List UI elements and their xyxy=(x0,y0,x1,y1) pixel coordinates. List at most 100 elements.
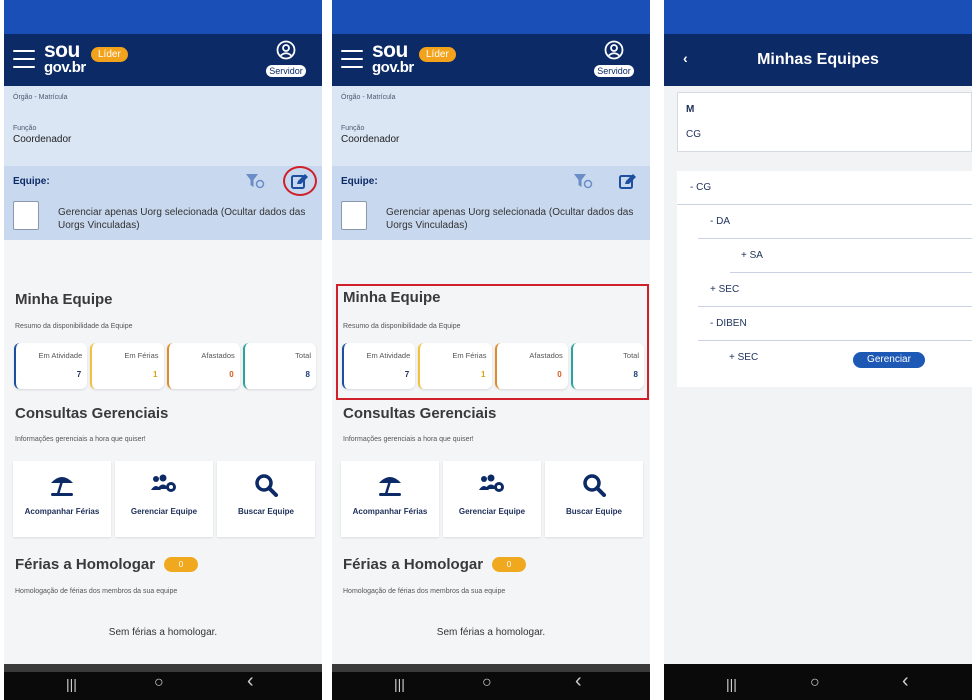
status-bar xyxy=(332,0,650,34)
org-initial: M xyxy=(686,104,695,115)
ferias-title: Férias a Homologar xyxy=(343,556,484,573)
summary-card-em-ferias: Em Férias 1 xyxy=(418,343,492,389)
orgao-matricula-label: Órgão - Matrícula xyxy=(341,94,396,101)
ferias-empty-message: Sem férias a homologar. xyxy=(108,627,218,638)
summary-card-em-atividade: Em Atividade 7 xyxy=(342,343,416,389)
card-value: 0 xyxy=(229,370,234,379)
consultas-title: Consultas Gerenciais xyxy=(15,405,169,422)
phone-screen-home-1: sou gov.br Líder Servidor Órgão - Matríc… xyxy=(4,0,322,700)
card-label: Em Férias xyxy=(452,351,487,360)
card-value: 8 xyxy=(305,370,310,379)
funcao-label: Função xyxy=(13,125,37,132)
card-value: 0 xyxy=(557,370,562,379)
summary-card-afastados: Afastados 0 xyxy=(166,343,240,389)
filter-icon[interactable] xyxy=(245,172,265,190)
status-bar xyxy=(664,0,972,34)
recents-button[interactable]: ||| xyxy=(66,676,77,692)
system-nav-bar: ||| ○ ‹ xyxy=(4,664,322,700)
filter-icon[interactable] xyxy=(573,172,593,190)
phone-screen-minhas-equipes: ‹ Minhas Equipes M CG - CG - DA + SA + S… xyxy=(664,0,972,700)
acompanhar-ferias-tile[interactable]: Acompanhar Férias xyxy=(13,461,111,537)
phone-screen-home-2: sou gov.br Líder Servidor Órgão - Matríc… xyxy=(332,0,650,700)
org-code: CG xyxy=(686,129,701,140)
summary-cards: Em Atividade 7 Em Férias 1 Afastados 0 Tota… xyxy=(342,343,644,389)
acompanhar-ferias-tile[interactable]: Acompanhar Férias xyxy=(341,461,439,537)
card-value: 1 xyxy=(481,370,486,379)
tree-node-sa[interactable]: + SA xyxy=(730,239,972,273)
user-icon xyxy=(604,40,624,60)
gerenciar-equipe-tile[interactable]: Gerenciar Equipe xyxy=(443,461,541,537)
buscar-equipe-tile[interactable]: Buscar Equipe xyxy=(545,461,643,537)
app-bar: ‹ Minhas Equipes xyxy=(664,0,972,86)
app-bar: sou gov.br Líder Servidor xyxy=(4,34,322,86)
recents-button[interactable]: ||| xyxy=(394,676,405,692)
tile-label: Gerenciar Equipe xyxy=(458,507,526,516)
status-bar xyxy=(4,0,322,34)
card-label: Em Férias xyxy=(124,351,159,360)
user-info-panel: Órgão - Matrícula Função Coordenador xyxy=(4,86,322,166)
home-button[interactable]: ○ xyxy=(154,674,164,692)
back-button[interactable]: ‹ xyxy=(902,670,909,693)
menu-icon[interactable] xyxy=(13,50,35,68)
gerenciar-button[interactable]: Gerenciar xyxy=(853,352,925,368)
back-button[interactable]: ‹ xyxy=(247,670,254,693)
card-value: 7 xyxy=(404,370,410,379)
home-button[interactable]: ○ xyxy=(482,674,492,692)
system-nav-bar: ||| ○ ‹ xyxy=(332,664,650,700)
app-bar: sou gov.br Líder Servidor xyxy=(332,34,650,86)
summary-card-total: Total 8 xyxy=(242,343,316,389)
equipe-label: Equipe: xyxy=(13,176,50,187)
uorg-checkbox-label: Gerenciar apenas Uorg selecionada (Ocult… xyxy=(386,207,634,231)
ferias-title: Férias a Homologar xyxy=(15,556,156,573)
lider-badge: Líder xyxy=(91,47,128,62)
back-button[interactable]: ‹ xyxy=(575,670,582,693)
minha-equipe-subtitle: Resumo da disponibilidade da Equipe xyxy=(15,323,133,330)
org-tree: - CG - DA + SA + SEC - DIBEN + SEC Geren… xyxy=(677,171,972,387)
ferias-empty-message: Sem férias a homologar. xyxy=(436,627,546,638)
uorg-checkbox-label: Gerenciar apenas Uorg selecionada (Ocult… xyxy=(58,207,306,231)
tree-node-cg[interactable]: - CG xyxy=(677,171,972,205)
tree-node-da[interactable]: - DA xyxy=(698,205,972,239)
tile-label: Buscar Equipe xyxy=(565,507,622,516)
card-value: 8 xyxy=(633,370,638,379)
tile-label: Buscar Equipe xyxy=(237,507,294,516)
uorg-checkbox[interactable] xyxy=(13,201,39,230)
buscar-equipe-tile[interactable]: Buscar Equipe xyxy=(217,461,315,537)
funcao-value: Coordenador xyxy=(13,134,72,145)
servidor-profile-button[interactable]: Servidor xyxy=(262,40,310,79)
consultas-tiles: Acompanhar Férias Gerenciar Equipe Busca… xyxy=(341,461,643,537)
equipe-panel: Equipe: Gerenciar apenas Uorg selecionad… xyxy=(4,166,322,240)
users-gear-icon xyxy=(479,474,504,492)
servidor-label: Servidor xyxy=(594,65,634,77)
search-icon xyxy=(255,474,278,497)
home-button[interactable]: ○ xyxy=(810,674,820,692)
summary-card-em-ferias: Em Férias 1 xyxy=(90,343,164,389)
sou-govbr-logo: sou gov.br xyxy=(44,39,86,76)
minha-equipe-title: Minha Equipe xyxy=(343,289,441,306)
user-icon xyxy=(276,40,296,60)
tree-node-sec-diben[interactable]: + SEC Gerenciar xyxy=(698,341,972,375)
card-value: 1 xyxy=(153,370,158,379)
menu-icon[interactable] xyxy=(341,50,363,68)
uorg-checkbox[interactable] xyxy=(341,201,367,230)
tree-node-sec[interactable]: + SEC xyxy=(698,273,972,307)
card-label: Em Atividade xyxy=(366,351,411,360)
recents-button[interactable]: ||| xyxy=(726,676,737,692)
edit-icon[interactable] xyxy=(619,173,637,190)
card-label: Afastados xyxy=(201,351,235,360)
card-value: 7 xyxy=(76,370,82,379)
users-gear-icon xyxy=(151,474,176,492)
consultas-subtitle: Informações gerenciais a hora que quiser… xyxy=(15,436,146,443)
servidor-label: Servidor xyxy=(266,65,306,77)
tile-label: Gerenciar Equipe xyxy=(130,507,198,516)
beach-umbrella-icon xyxy=(379,477,401,496)
sou-govbr-logo: sou gov.br xyxy=(372,39,414,76)
tree-node-diben[interactable]: - DIBEN xyxy=(698,307,972,341)
ferias-subtitle: Homologação de férias dos membros da sua… xyxy=(15,588,178,595)
servidor-profile-button[interactable]: Servidor xyxy=(590,40,638,79)
card-label: Total xyxy=(295,351,311,360)
summary-card-afastados: Afastados 0 xyxy=(494,343,568,389)
ferias-count-badge: 0 xyxy=(164,557,198,572)
equipe-label: Equipe: xyxy=(341,176,378,187)
gerenciar-equipe-tile[interactable]: Gerenciar Equipe xyxy=(115,461,213,537)
